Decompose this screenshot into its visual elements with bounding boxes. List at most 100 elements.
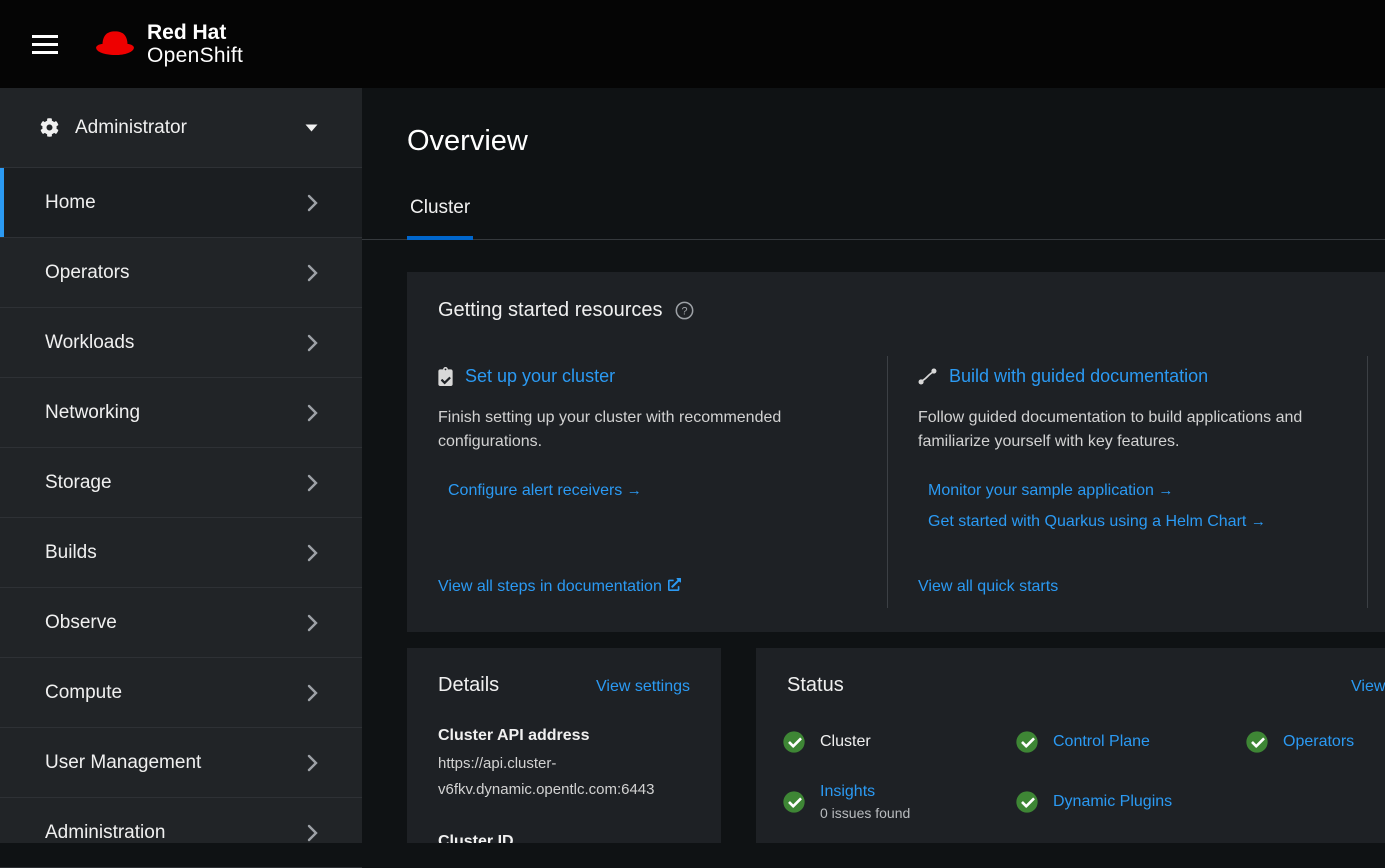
brand-line2: OpenShift	[147, 44, 243, 67]
setup-cluster-description: Finish setting up your cluster with reco…	[438, 406, 857, 454]
details-card: Details View settings Cluster API addres…	[407, 648, 721, 843]
sidebar-item-workloads[interactable]: Workloads	[0, 308, 362, 378]
monitor-sample-app-link[interactable]: Monitor your sample application →	[928, 482, 1337, 500]
sidebar-item-compute[interactable]: Compute	[0, 658, 362, 728]
chevron-right-icon	[307, 754, 318, 772]
view-alerts-link[interactable]: View alerts	[1351, 678, 1385, 696]
caret-down-icon	[305, 124, 318, 132]
chevron-right-icon	[307, 474, 318, 492]
gear-icon	[40, 118, 59, 137]
link-label: Monitor your sample application	[928, 482, 1154, 499]
quarkus-helm-chart-link[interactable]: Get started with Quarkus using a Helm Ch…	[928, 513, 1337, 531]
link-label: View all quick starts	[918, 578, 1058, 595]
status-item-cluster: Cluster	[783, 731, 1016, 753]
status-item-operators: Operators	[1246, 731, 1354, 753]
sidebar-item-label: Networking	[45, 402, 140, 424]
setup-cluster-column: Set up your cluster Finish setting up yo…	[438, 364, 857, 608]
perspective-label: Administrator	[75, 117, 305, 139]
column-divider	[1367, 356, 1368, 608]
sidebar-item-label: Storage	[45, 472, 112, 494]
arrow-right-icon: →	[627, 482, 642, 499]
svg-text:?: ?	[681, 305, 687, 317]
redhat-logo-icon	[94, 29, 136, 59]
dynamic-plugins-status-link[interactable]: Dynamic Plugins	[1053, 793, 1172, 811]
details-title: Details	[438, 674, 499, 697]
getting-started-title: Getting started resources	[438, 299, 663, 322]
chevron-right-icon	[307, 544, 318, 562]
brand-line1: Red Hat	[147, 21, 243, 44]
check-circle-icon	[1246, 731, 1268, 753]
perspective-switcher[interactable]: Administrator	[0, 88, 362, 168]
chevron-right-icon	[307, 824, 318, 842]
guided-docs-column: Build with guided documentation Follow g…	[918, 364, 1337, 608]
brand-logo[interactable]: Red Hat OpenShift	[94, 21, 243, 67]
sidebar-item-label: Compute	[45, 682, 122, 704]
chevron-right-icon	[307, 614, 318, 632]
sidebar-item-label: Administration	[45, 822, 165, 844]
cluster-api-address-label: Cluster API address	[438, 727, 690, 745]
status-card: Status View alerts Cluster Control Plane	[756, 648, 1385, 843]
masthead: Red Hat OpenShift	[0, 0, 1385, 88]
status-grid-spacer	[1246, 783, 1354, 821]
configure-alert-receivers-link[interactable]: Configure alert receivers →	[448, 482, 857, 500]
insights-issues-count: 0 issues found	[820, 805, 910, 821]
link-label: Configure alert receivers	[448, 482, 622, 499]
page-header: Overview	[362, 88, 1385, 184]
arrow-right-icon: →	[1158, 482, 1173, 499]
insights-status-link[interactable]: Insights	[820, 783, 875, 800]
chevron-right-icon	[307, 684, 318, 702]
help-icon[interactable]: ?	[675, 301, 694, 320]
chevron-right-icon	[307, 334, 318, 352]
view-all-steps-link[interactable]: View all steps in documentation	[438, 578, 681, 595]
status-item-insights: Insights 0 issues found	[783, 783, 1016, 821]
sidebar-item-user-management[interactable]: User Management	[0, 728, 362, 798]
cluster-status-label: Cluster	[820, 733, 871, 751]
sidebar-item-storage[interactable]: Storage	[0, 448, 362, 518]
guided-docs-icon	[918, 368, 937, 385]
task-list-icon	[438, 367, 453, 386]
sidebar-nav-list: Home Operators Workloads Networking Stor…	[0, 168, 362, 868]
sidebar-item-label: Workloads	[45, 332, 134, 354]
tab-cluster[interactable]: Cluster	[407, 184, 473, 240]
sidebar-item-observe[interactable]: Observe	[0, 588, 362, 658]
view-all-quick-starts-link[interactable]: View all quick starts	[918, 578, 1058, 595]
operators-status-link[interactable]: Operators	[1283, 733, 1354, 751]
cluster-api-address-value: https://api.cluster-v6fkv.dynamic.opentl…	[438, 751, 690, 803]
status-title: Status	[787, 674, 844, 697]
status-item-control-plane: Control Plane	[1016, 731, 1246, 753]
check-circle-icon	[783, 791, 805, 813]
sidebar-nav: Administrator Home Operators Workloads N…	[0, 88, 362, 843]
getting-started-card: Getting started resources ? Set up your …	[407, 272, 1385, 632]
cluster-id-label: Cluster ID	[438, 833, 690, 843]
hamburger-icon	[32, 35, 58, 54]
sidebar-item-builds[interactable]: Builds	[0, 518, 362, 588]
sidebar-item-label: Operators	[45, 262, 129, 284]
sidebar-item-operators[interactable]: Operators	[0, 238, 362, 308]
column-divider	[887, 356, 888, 608]
chevron-right-icon	[307, 264, 318, 282]
control-plane-status-link[interactable]: Control Plane	[1053, 733, 1150, 751]
status-grid: Cluster Control Plane Operators	[783, 731, 1354, 821]
check-circle-icon	[1016, 731, 1038, 753]
guided-docs-link[interactable]: Build with guided documentation	[949, 364, 1208, 388]
external-link-icon	[668, 578, 681, 591]
check-circle-icon	[783, 731, 805, 753]
brand-text: Red Hat OpenShift	[147, 21, 243, 67]
sidebar-item-administration[interactable]: Administration	[0, 798, 362, 868]
sidebar-item-label: Builds	[45, 542, 97, 564]
link-label: Get started with Quarkus using a Helm Ch…	[928, 513, 1246, 530]
chevron-right-icon	[307, 404, 318, 422]
view-settings-link[interactable]: View settings	[596, 678, 690, 696]
chevron-right-icon	[307, 194, 318, 212]
sidebar-item-home[interactable]: Home	[0, 168, 362, 238]
sidebar-item-label: Home	[45, 192, 96, 214]
nav-toggle-button[interactable]	[22, 25, 68, 64]
setup-cluster-link[interactable]: Set up your cluster	[465, 364, 615, 388]
arrow-right-icon: →	[1251, 513, 1266, 530]
overview-content: Getting started resources ? Set up your …	[362, 240, 1385, 843]
guided-docs-description: Follow guided documentation to build app…	[918, 406, 1337, 454]
page-title: Overview	[407, 124, 1361, 158]
sidebar-item-networking[interactable]: Networking	[0, 378, 362, 448]
check-circle-icon	[1016, 791, 1038, 813]
link-label: View all steps in documentation	[438, 578, 662, 595]
